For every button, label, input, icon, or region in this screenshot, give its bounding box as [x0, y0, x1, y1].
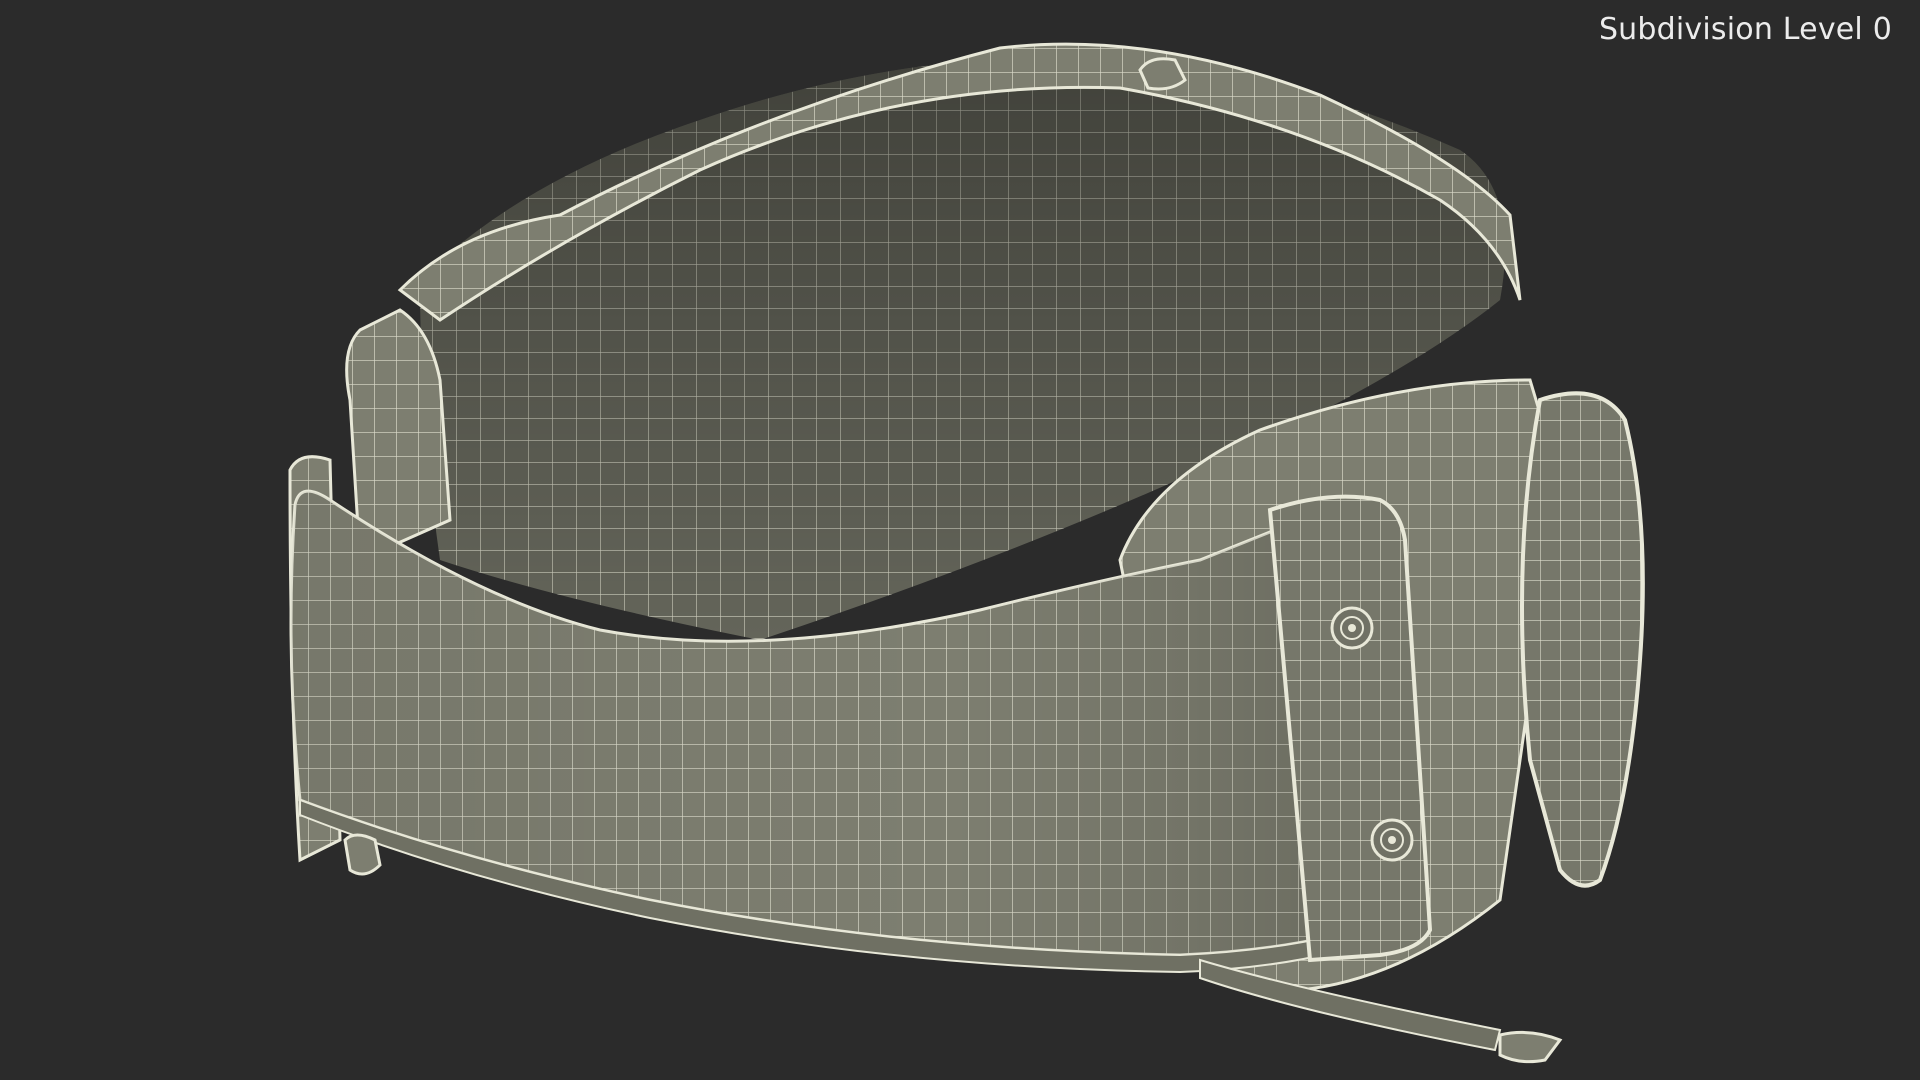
subdivision-level-label: Subdivision Level 0	[1598, 12, 1892, 47]
brace-rivet-upper	[1330, 606, 1374, 650]
render-viewport: Subdivision Level 0	[0, 0, 1920, 1080]
brace-side-pad	[1520, 391, 1645, 888]
wireframe-model	[288, 42, 1645, 1064]
brace-bottom-tab-right	[1498, 1030, 1563, 1064]
brace-bottom-tab-left	[343, 833, 382, 876]
brace-rivet-lower	[1370, 818, 1414, 862]
brace-top-hook	[1138, 57, 1187, 91]
